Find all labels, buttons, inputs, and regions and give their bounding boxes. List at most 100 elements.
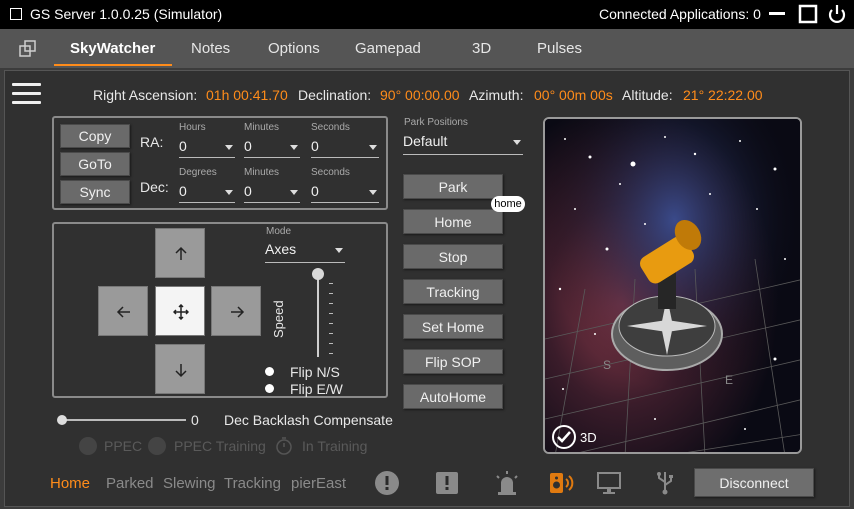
arrow-down-icon (175, 364, 187, 378)
mode-value: Axes (265, 241, 297, 257)
az-value: 00° 00m 00s (534, 87, 613, 103)
chevron-down-icon (225, 190, 233, 195)
ra-seconds-select[interactable]: 0 (311, 138, 379, 158)
app-title: GS Server 1.0.0.25 (Simulator) (30, 6, 223, 22)
status-slewing: Slewing (163, 475, 216, 492)
alarm-light-icon (496, 471, 518, 495)
sync-button[interactable]: Sync (60, 180, 130, 204)
dec-minutes-select[interactable]: 0 (244, 183, 300, 203)
power-icon[interactable] (826, 4, 848, 24)
dec-input-label: Dec: (140, 179, 169, 195)
svg-text:E: E (725, 373, 733, 387)
arrow-up-icon (175, 246, 187, 260)
hamburger-menu-icon[interactable] (12, 83, 41, 105)
tab-bar: SkyWatcher Notes Options Gamepad 3D Puls… (0, 29, 854, 68)
status-pier: pierEast (291, 475, 347, 492)
move-icon (173, 304, 189, 320)
ra-seconds-value: 0 (311, 138, 319, 154)
park-button[interactable]: Park (403, 174, 503, 199)
slew-stop-button[interactable] (155, 286, 205, 336)
flip-ns-radio[interactable] (265, 367, 274, 376)
home-tooltip: home (491, 196, 525, 212)
window-checkbox[interactable] (10, 8, 22, 20)
set-home-button[interactable]: Set Home (403, 314, 503, 339)
minimize-icon[interactable] (766, 4, 788, 24)
ra-minutes-select[interactable]: 0 (244, 138, 300, 158)
chevron-down-icon (225, 145, 233, 150)
status-tracking: Tracking (224, 475, 281, 492)
ppec-training-label: PPEC Training (174, 438, 266, 454)
chevron-down-icon (513, 140, 521, 145)
chevron-down-icon (290, 190, 298, 195)
maximize-icon[interactable] (797, 4, 819, 24)
tab-options[interactable]: Options (268, 40, 320, 57)
mode-select[interactable]: Axes (265, 241, 345, 263)
degrees-label: Degrees (179, 167, 217, 178)
chevron-down-icon (335, 248, 343, 253)
dec-degrees-value: 0 (179, 183, 187, 199)
backlash-slider-track[interactable] (62, 419, 186, 421)
check-circle-icon[interactable] (551, 424, 577, 450)
speaker-sound-icon[interactable] (548, 470, 574, 496)
tab-gamepad[interactable]: Gamepad (355, 40, 421, 57)
autohome-button[interactable]: AutoHome (403, 384, 503, 409)
status-home: Home (50, 475, 91, 492)
dec-seconds-select[interactable]: 0 (311, 183, 379, 203)
telescope-3d-scene: S E (545, 119, 800, 452)
flip-ns-label: Flip N/S (290, 364, 340, 380)
tab-pulses[interactable]: Pulses (537, 40, 582, 57)
mode-label: Mode (266, 226, 292, 237)
goto-button[interactable]: GoTo (60, 152, 130, 176)
popout-icon[interactable] (18, 39, 38, 59)
dec-label: Declination: (298, 87, 372, 103)
ra-minutes-label: Minutes (244, 122, 280, 133)
slew-east-button[interactable] (211, 286, 261, 336)
active-tab-indicator (54, 64, 172, 66)
ra-minutes-value: 0 (244, 138, 252, 154)
connected-applications: Connected Applications: 0 (599, 6, 761, 22)
ra-hours-select[interactable]: 0 (179, 138, 235, 158)
speed-slider-ticks (329, 283, 333, 355)
flip-sop-button[interactable]: Flip SOP (403, 349, 503, 374)
alt-label: Altitude: (622, 87, 673, 103)
slew-north-button[interactable] (155, 228, 205, 278)
tracking-button[interactable]: Tracking (403, 279, 503, 304)
svg-text:S: S (603, 358, 611, 372)
dec-degrees-select[interactable]: 0 (179, 183, 235, 203)
az-label: Azimuth: (469, 87, 524, 103)
ppec-toggle[interactable] (79, 437, 97, 455)
alt-value: 21° 22:22.00 (683, 87, 763, 103)
home-button[interactable]: Home (403, 209, 503, 234)
slew-west-button[interactable] (98, 286, 148, 336)
park-positions-select[interactable]: Default (403, 133, 523, 155)
slew-south-button[interactable] (155, 344, 205, 394)
ra-value: 01h 00:41.70 (206, 87, 288, 103)
tab-notes[interactable]: Notes (191, 40, 230, 57)
dec-minutes-label: Minutes (244, 167, 280, 178)
backlash-label: Dec Backlash Compensate (224, 412, 393, 428)
tab-3d[interactable]: 3D (472, 40, 491, 57)
ra-label: Right Ascension: (93, 87, 198, 103)
ra-seconds-label: Seconds (311, 122, 350, 133)
dec-minutes-value: 0 (244, 183, 252, 199)
speed-slider-track[interactable] (317, 273, 319, 357)
speed-slider-thumb[interactable] (312, 268, 324, 280)
telescope-3d-view[interactable]: S E 3D (543, 117, 802, 454)
park-positions-label: Park Positions (404, 117, 468, 128)
chevron-down-icon (290, 145, 298, 150)
speed-label: Speed (271, 300, 286, 338)
backlash-slider-thumb[interactable] (57, 415, 67, 425)
arrow-left-icon (116, 306, 130, 318)
ppec-label: PPEC (104, 438, 143, 454)
copy-button[interactable]: Copy (60, 124, 130, 148)
ra-hours-value: 0 (179, 138, 187, 154)
in-training-label: In Training (302, 438, 368, 454)
arrow-right-icon (231, 306, 245, 318)
ppec-training-toggle[interactable] (148, 437, 166, 455)
status-parked: Parked (106, 475, 154, 492)
disconnect-button[interactable]: Disconnect (694, 468, 814, 497)
tab-skywatcher[interactable]: SkyWatcher (70, 40, 155, 57)
hours-label: Hours (179, 122, 206, 133)
stop-button[interactable]: Stop (403, 244, 503, 269)
flip-ew-radio[interactable] (265, 384, 274, 393)
